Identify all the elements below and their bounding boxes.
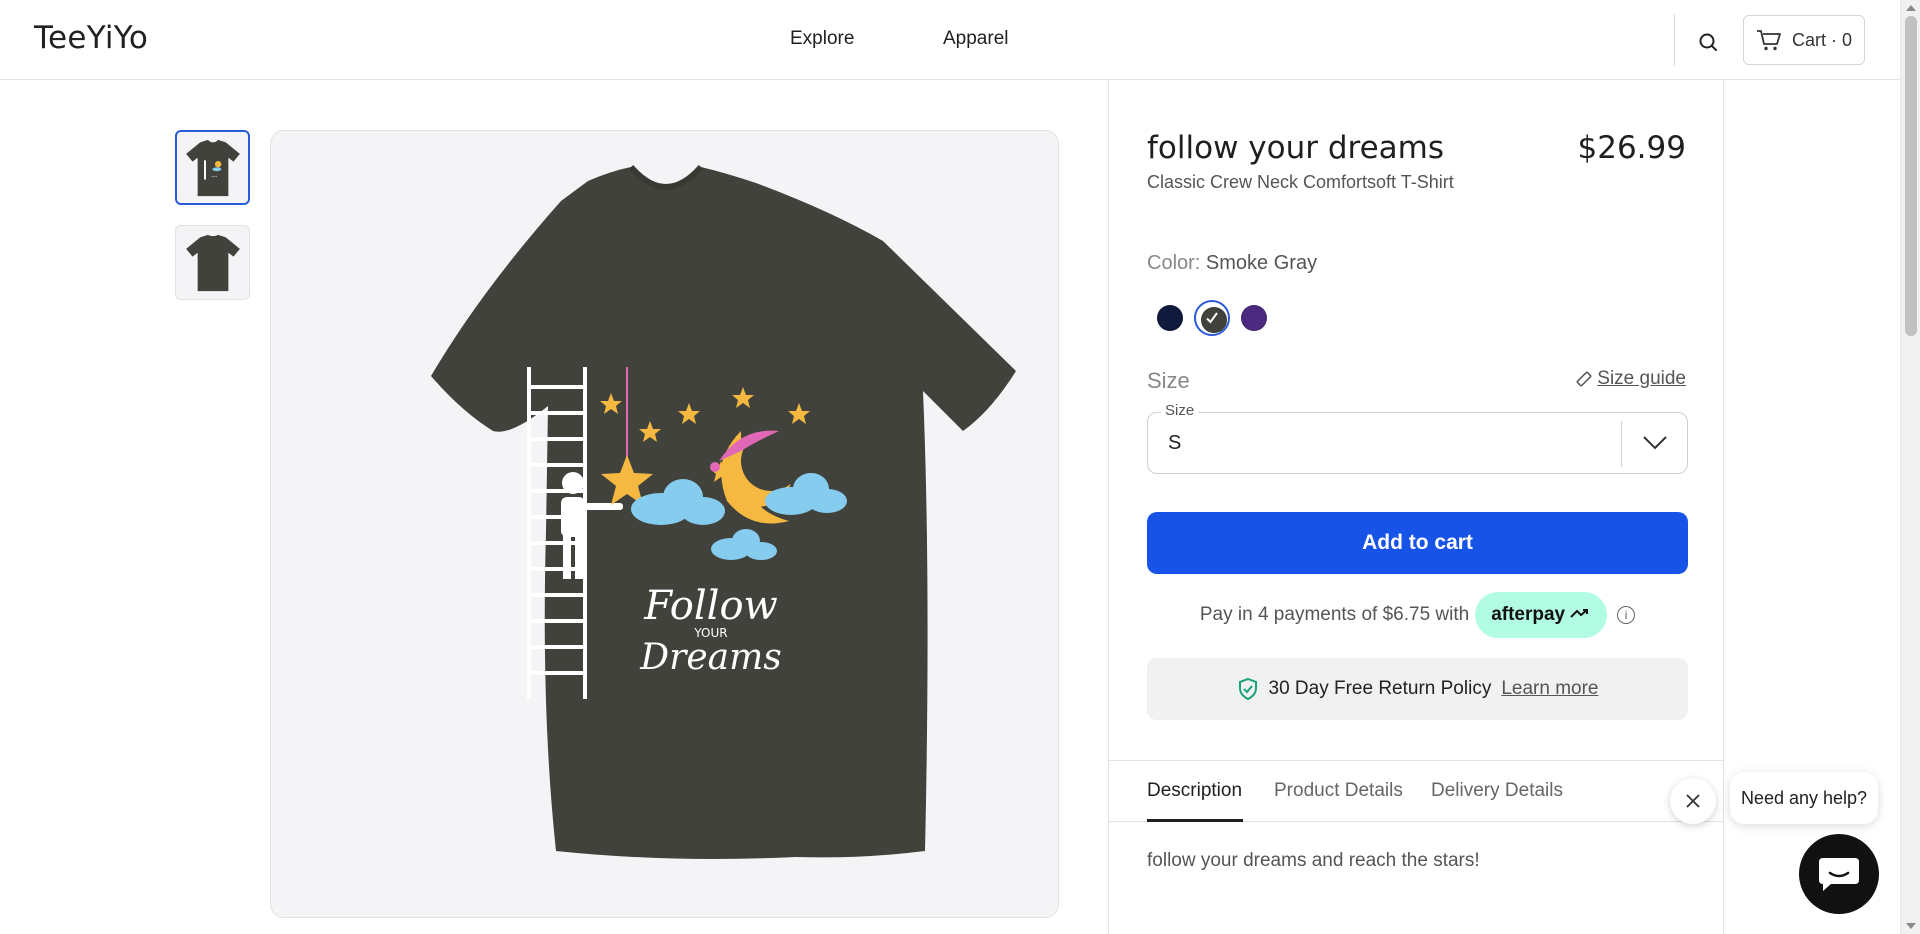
product-title: follow your dreams (1147, 130, 1444, 166)
afterpay-brand: afterpay (1491, 604, 1566, 625)
product-subtitle: Classic Crew Neck Comfortsoft T-Shirt (1147, 172, 1454, 192)
swatch-purple-color (1241, 305, 1267, 331)
chat-icon (1819, 858, 1859, 891)
tshirt-back-thumbnail-image (185, 234, 240, 291)
add-to-cart-button[interactable]: Add to cart (1147, 512, 1688, 574)
design-text-dreams: Dreams (639, 637, 781, 678)
swatch-navy-color (1157, 305, 1183, 331)
size-guide-link[interactable]: Size guide (1575, 368, 1686, 390)
thumbnail-front[interactable]: ~~ (175, 130, 250, 205)
tshirt-product-image: Follow YOUR Dreams (431, 164, 1016, 859)
learn-more-link[interactable]: Learn more (1501, 678, 1598, 700)
tshirt-front-thumbnail-image: ~~ (185, 139, 240, 196)
info-icon[interactable]: i (1617, 606, 1636, 624)
swatch-navy[interactable] (1152, 300, 1188, 336)
color-value: Smoke Gray (1205, 252, 1318, 274)
help-close-button[interactable] (1670, 778, 1716, 824)
shield-check-icon (1238, 677, 1257, 701)
afterpay-badge[interactable]: afterpay (1475, 592, 1608, 638)
thumbnail-back[interactable] (175, 225, 250, 300)
site-logo[interactable]: TeeYiYo (34, 20, 148, 56)
cart-label: Cart · 0 (1792, 29, 1853, 50)
ruler-icon (1576, 371, 1592, 387)
active-tab-indicator (1147, 819, 1243, 822)
size-select[interactable]: Size S (1147, 402, 1688, 474)
nav-explore[interactable]: Explore (790, 28, 854, 50)
color-label-text: Color: (1147, 252, 1201, 274)
product-price: $26.99 (1577, 130, 1686, 166)
scrollbar-thumb[interactable] (1905, 16, 1917, 336)
return-policy-box: 30 Day Free Return Policy Learn more (1147, 658, 1688, 720)
scroll-up-arrow[interactable] (1906, 5, 1916, 11)
product-details-panel: follow your dreams $26.99 Classic Crew N… (1108, 80, 1724, 934)
chevron-down-icon (1643, 436, 1667, 450)
chat-launcher-button[interactable] (1799, 834, 1879, 914)
product-main-image[interactable]: Follow YOUR Dreams (270, 130, 1059, 918)
size-select-legend: Size (1161, 402, 1199, 419)
header-divider (1674, 14, 1675, 66)
color-label: Color: Smoke Gray (1147, 252, 1317, 275)
help-bubble[interactable]: Need any help? (1730, 772, 1878, 824)
size-label: Size (1147, 368, 1190, 393)
search-button[interactable] (1695, 28, 1723, 56)
swatch-purple[interactable] (1236, 300, 1272, 336)
return-policy-text: 30 Day Free Return Policy (1268, 678, 1492, 699)
cart-icon (1757, 30, 1781, 51)
size-select-value: S (1168, 432, 1182, 454)
afterpay-arrows-icon (1570, 609, 1589, 618)
nav-apparel[interactable]: Apparel (943, 28, 1009, 50)
details-tabs: Description Product Details Delivery Det… (1109, 760, 1723, 822)
site-header: TeeYiYo Explore Apparel Cart · 0 (0, 0, 1900, 80)
tab-product-details[interactable]: Product Details (1274, 780, 1403, 802)
description-text: follow your dreams and reach the stars! (1147, 850, 1480, 871)
design-text-follow: Follow (643, 583, 778, 629)
afterpay-text: Pay in 4 payments of $6.75 with (1199, 604, 1470, 625)
cart-button[interactable]: Cart · 0 (1743, 15, 1865, 65)
afterpay-row: Pay in 4 payments of $6.75 with afterpay… (1147, 592, 1688, 638)
close-icon (1686, 794, 1700, 808)
page-scrollbar[interactable] (1900, 0, 1920, 934)
tab-description[interactable]: Description (1147, 780, 1242, 802)
size-select-divider (1621, 421, 1622, 467)
size-guide-label: Size guide (1597, 368, 1686, 389)
swatch-smoke-gray[interactable] (1194, 300, 1230, 336)
check-icon (1196, 302, 1228, 334)
scroll-down-arrow[interactable] (1906, 923, 1916, 929)
search-icon (1699, 33, 1717, 51)
tab-delivery-details[interactable]: Delivery Details (1431, 780, 1563, 802)
svg-text:~~: ~~ (211, 174, 217, 179)
